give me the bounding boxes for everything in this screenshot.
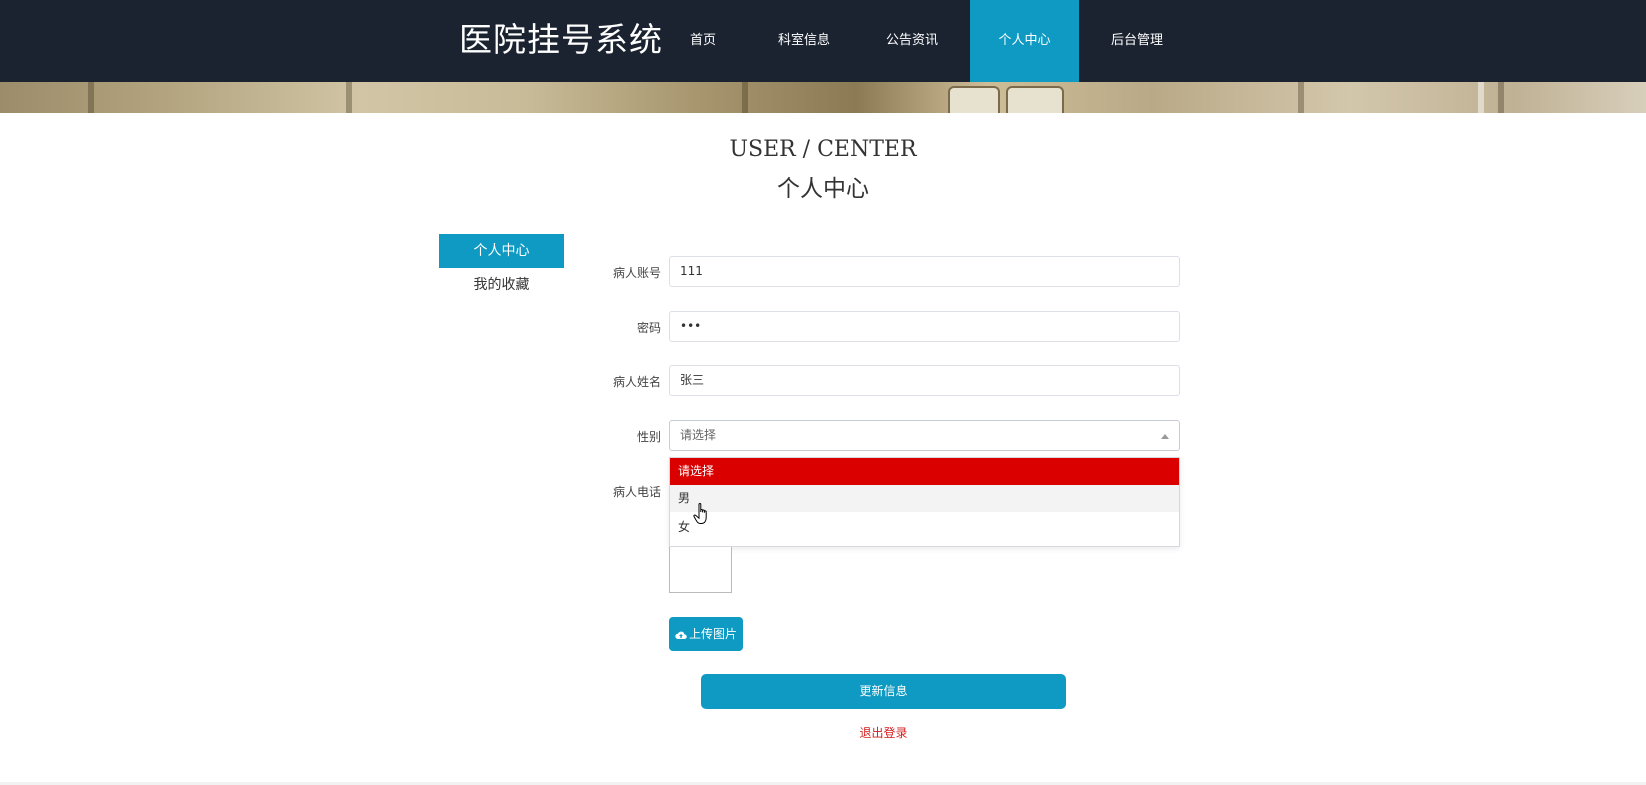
- cloud-upload-icon: [675, 631, 687, 639]
- name-input[interactable]: 张三: [669, 365, 1180, 396]
- gender-dropdown-list: 请选择 男 女: [669, 457, 1180, 547]
- section-heading-en: USER / CENTER: [729, 137, 917, 162]
- gender-option-female[interactable]: 女: [670, 514, 1179, 541]
- nav-user-center[interactable]: 个人中心: [970, 0, 1079, 82]
- update-info-button[interactable]: 更新信息: [701, 674, 1066, 709]
- gender-option-male[interactable]: 男: [670, 485, 1179, 512]
- gender-select[interactable]: 请选择: [669, 420, 1180, 451]
- logout-link[interactable]: 退出登录: [700, 724, 1067, 741]
- nav-home[interactable]: 首页: [675, 0, 731, 82]
- top-navbar: 医院挂号系统 首页 科室信息 公告资讯 个人中心 后台管理: [0, 0, 1646, 82]
- gender-label: 性别: [636, 430, 661, 444]
- avatar-preview: [669, 547, 732, 593]
- nav-departments[interactable]: 科室信息: [770, 0, 838, 82]
- account-input[interactable]: 111: [669, 256, 1180, 287]
- name-label: 病人姓名: [612, 375, 661, 389]
- account-label: 病人账号: [612, 266, 661, 280]
- sidebar-item-user-center[interactable]: 个人中心: [439, 234, 564, 268]
- gender-select-value: 请选择: [680, 428, 717, 442]
- gender-option-please-select[interactable]: 请选择: [670, 458, 1179, 485]
- password-input[interactable]: •••: [669, 311, 1180, 342]
- nav-announcements[interactable]: 公告资讯: [878, 0, 946, 82]
- caret-up-icon: [1161, 434, 1169, 439]
- upload-image-button[interactable]: 上传图片: [669, 617, 743, 651]
- hero-banner-image: [0, 82, 1646, 113]
- password-label: 密码: [636, 321, 661, 335]
- nav-admin[interactable]: 后台管理: [1103, 0, 1171, 82]
- site-title[interactable]: 医院挂号系统: [459, 18, 663, 62]
- upload-image-label: 上传图片: [688, 627, 737, 641]
- sidebar-item-favorites[interactable]: 我的收藏: [439, 268, 564, 302]
- hand-cursor-icon: [693, 502, 707, 524]
- section-heading-cn: 个人中心: [777, 176, 869, 202]
- phone-label: 病人电话: [612, 485, 661, 499]
